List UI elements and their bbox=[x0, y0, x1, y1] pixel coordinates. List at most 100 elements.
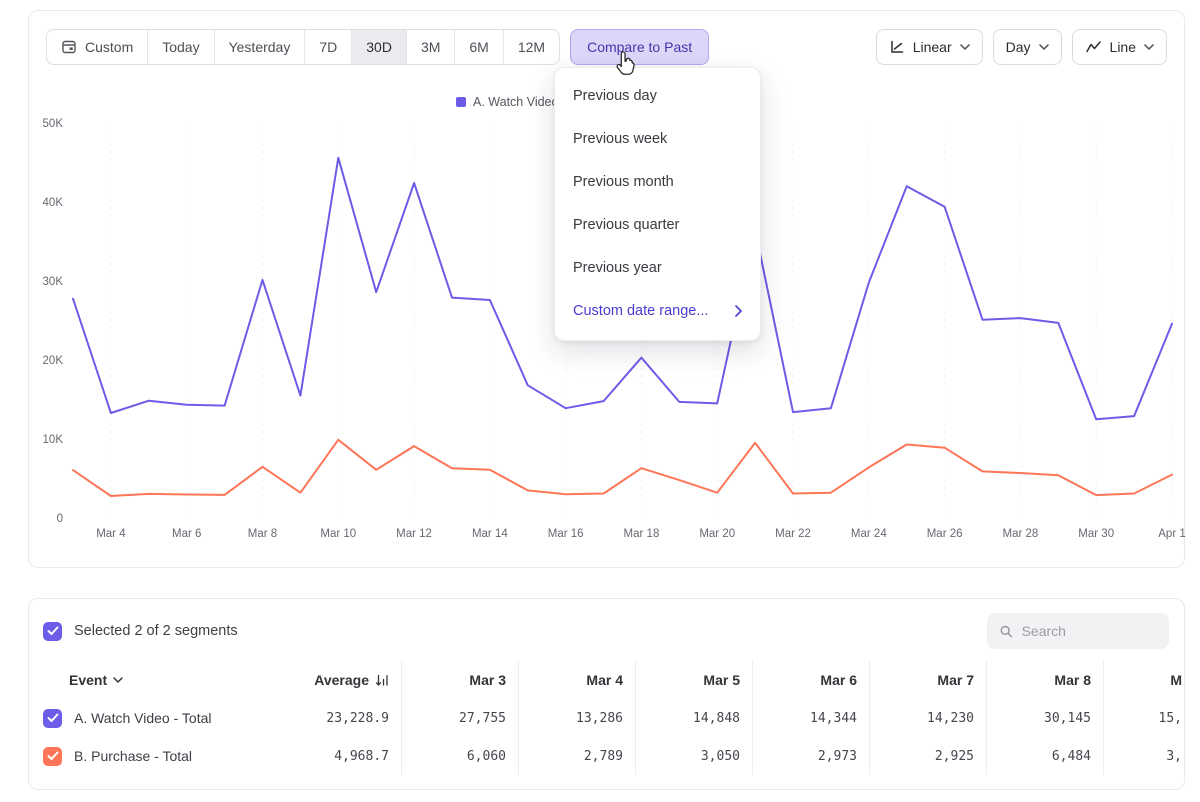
value-cell: 6,060 bbox=[401, 737, 518, 775]
x-tick-label: Mar 30 bbox=[1078, 528, 1114, 540]
x-tick-label: Mar 20 bbox=[699, 528, 735, 540]
x-tick-label: Mar 26 bbox=[927, 528, 963, 540]
y-tick-label: 0 bbox=[57, 513, 63, 525]
event-cell: B. Purchase - Total bbox=[29, 737, 293, 775]
chart-type-dropdown[interactable]: Line bbox=[1072, 29, 1167, 65]
chevron-down-icon bbox=[960, 44, 970, 50]
chart-type-label: Line bbox=[1110, 39, 1136, 55]
value-cell: 2,789 bbox=[518, 737, 635, 775]
granularity-dropdown[interactable]: Day bbox=[993, 29, 1062, 65]
event-label: B. Purchase - Total bbox=[74, 748, 192, 764]
check-icon bbox=[47, 713, 59, 723]
analytics-page: { "colors": { "accent": "#6c5ce7", "seri… bbox=[0, 0, 1200, 802]
average-header-label: Average bbox=[314, 672, 369, 688]
chevron-right-icon bbox=[735, 305, 742, 317]
compare-menu: Previous dayPrevious weekPrevious monthP… bbox=[554, 67, 761, 341]
value-cell: 3,050 bbox=[635, 737, 752, 775]
chart-card: Custom TodayYesterday7D30D3M6M12M Compar… bbox=[28, 10, 1185, 568]
search-box[interactable] bbox=[987, 613, 1169, 649]
range-3m[interactable]: 3M bbox=[406, 30, 454, 64]
column-header-mar-7[interactable]: Mar 7 bbox=[869, 661, 986, 699]
value-cell: 14,848 bbox=[635, 699, 752, 737]
value-cell-cut: 3, bbox=[1103, 737, 1184, 775]
check-icon bbox=[47, 751, 59, 761]
sort-icon bbox=[375, 674, 389, 687]
y-tick-label: 40K bbox=[43, 197, 64, 209]
menu-item-previous-quarter[interactable]: Previous quarter bbox=[555, 203, 760, 246]
column-header-mar-3[interactable]: Mar 3 bbox=[401, 661, 518, 699]
scale-dropdown[interactable]: Linear bbox=[876, 29, 983, 65]
range-group: Custom TodayYesterday7D30D3M6M12M bbox=[46, 29, 560, 65]
x-tick-label: Mar 4 bbox=[96, 528, 126, 540]
custom-date-range-label: Custom date range... bbox=[573, 303, 708, 319]
y-tick-label: 20K bbox=[43, 355, 64, 367]
compare-menu-items: Previous dayPrevious weekPrevious monthP… bbox=[555, 74, 760, 289]
event-header-label: Event bbox=[69, 672, 107, 688]
value-cell: 30,145 bbox=[986, 699, 1103, 737]
value-cell: 6,484 bbox=[986, 737, 1103, 775]
menu-item-custom-date-range[interactable]: Custom date range... bbox=[555, 289, 760, 332]
value-cell: 2,973 bbox=[752, 737, 869, 775]
series-line-b-purchase-total[interactable] bbox=[73, 440, 1172, 496]
line-chart-icon bbox=[1085, 39, 1102, 55]
toolbar: Custom TodayYesterday7D30D3M6M12M Compar… bbox=[46, 29, 1167, 65]
custom-range-label: Custom bbox=[85, 39, 133, 55]
row-checkbox[interactable] bbox=[43, 747, 62, 766]
search-icon bbox=[999, 623, 1014, 640]
x-tick-label: Apr 1 bbox=[1158, 528, 1186, 540]
scale-label: Linear bbox=[913, 39, 952, 55]
x-tick-label: Mar 14 bbox=[472, 528, 508, 540]
compare-to-past-button[interactable]: Compare to Past bbox=[570, 29, 709, 65]
menu-item-previous-day[interactable]: Previous day bbox=[555, 74, 760, 117]
x-tick-label: Mar 12 bbox=[396, 528, 432, 540]
x-tick-label: Mar 8 bbox=[248, 528, 277, 540]
value-cell: 13,286 bbox=[518, 699, 635, 737]
segments-header: Selected 2 of 2 segments bbox=[43, 612, 1169, 650]
column-header-mar-4[interactable]: Mar 4 bbox=[518, 661, 635, 699]
range-7d[interactable]: 7D bbox=[304, 30, 351, 64]
table-row-a-watch-video-total: A. Watch Video - Total23,228.927,75513,2… bbox=[29, 699, 1184, 737]
chevron-down-icon bbox=[1039, 44, 1049, 50]
chevron-down-icon bbox=[113, 677, 123, 683]
y-tick-label: 10K bbox=[43, 434, 64, 446]
range-yesterday[interactable]: Yesterday bbox=[214, 30, 305, 64]
row-checkbox[interactable] bbox=[43, 709, 62, 728]
x-tick-label: Mar 28 bbox=[1003, 528, 1039, 540]
menu-item-previous-year[interactable]: Previous year bbox=[555, 246, 760, 289]
event-label: A. Watch Video - Total bbox=[74, 710, 211, 726]
range-6m[interactable]: 6M bbox=[454, 30, 502, 64]
column-header-cut: M bbox=[1103, 661, 1184, 699]
average-cell: 4,968.7 bbox=[293, 737, 401, 775]
x-tick-label: Mar 18 bbox=[624, 528, 660, 540]
table-body: A. Watch Video - Total23,228.927,75513,2… bbox=[29, 699, 1184, 775]
y-tick-label: 30K bbox=[43, 276, 64, 288]
x-tick-label: Mar 6 bbox=[172, 528, 201, 540]
column-header-mar-8[interactable]: Mar 8 bbox=[986, 661, 1103, 699]
custom-range-button[interactable]: Custom bbox=[47, 30, 147, 64]
event-cell: A. Watch Video - Total bbox=[29, 699, 293, 737]
event-column-header[interactable]: Event bbox=[29, 661, 293, 699]
segments-card: Selected 2 of 2 segments Event Average bbox=[28, 598, 1185, 790]
menu-item-previous-week[interactable]: Previous week bbox=[555, 117, 760, 160]
range-12m[interactable]: 12M bbox=[503, 30, 559, 64]
column-header-mar-6[interactable]: Mar 6 bbox=[752, 661, 869, 699]
chevron-down-icon bbox=[1144, 44, 1154, 50]
average-column-header[interactable]: Average bbox=[293, 661, 401, 699]
y-tick-label: 50K bbox=[43, 118, 64, 130]
column-header-mar-5[interactable]: Mar 5 bbox=[635, 661, 752, 699]
granularity-label: Day bbox=[1006, 39, 1031, 55]
table-head: Event Average Mar 3Mar 4Mar 5Mar 6Mar 7M… bbox=[29, 661, 1184, 699]
linear-axis-icon bbox=[889, 39, 905, 55]
x-tick-label: Mar 10 bbox=[320, 528, 356, 540]
segments-table: Event Average Mar 3Mar 4Mar 5Mar 6Mar 7M… bbox=[29, 661, 1184, 775]
search-input[interactable] bbox=[1022, 623, 1157, 639]
menu-item-previous-month[interactable]: Previous month bbox=[555, 160, 760, 203]
value-cell: 2,925 bbox=[869, 737, 986, 775]
select-all-checkbox[interactable] bbox=[43, 622, 62, 641]
selected-count-label: Selected 2 of 2 segments bbox=[74, 623, 238, 639]
x-tick-label: Mar 24 bbox=[851, 528, 887, 540]
value-cell-cut: 15, bbox=[1103, 699, 1184, 737]
x-tick-label: Mar 16 bbox=[548, 528, 584, 540]
range-30d[interactable]: 30D bbox=[351, 30, 406, 64]
range-today[interactable]: Today bbox=[147, 30, 213, 64]
